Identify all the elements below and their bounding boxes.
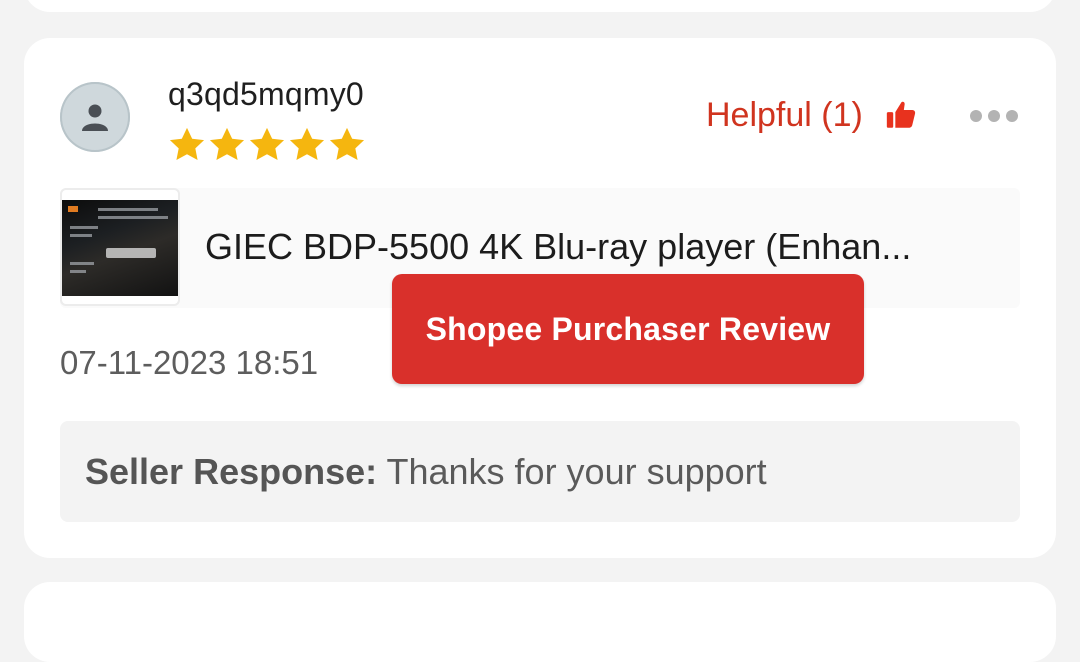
user-icon: [82, 104, 108, 131]
star-icon: [169, 127, 205, 161]
thumbs-up-icon: [886, 101, 916, 128]
seller-response-text: Thanks for your support: [386, 450, 767, 492]
product-thumbnail: [60, 188, 180, 306]
helpful-label: Helpful (1): [706, 96, 863, 134]
product-title: GIEC BDP-5500 4K Blu-ray player (Enhan..…: [205, 226, 912, 267]
star-icon: [209, 127, 245, 161]
seller-response-label: Seller Response:: [85, 450, 378, 492]
helpful-button[interactable]: Helpful (1): [706, 96, 919, 135]
avatar: [60, 82, 130, 152]
seller-response: Seller Response: Thanks for your support: [60, 421, 1020, 522]
star-rating: [166, 124, 366, 166]
previous-review-card: [24, 0, 1056, 12]
review-card: q3qd5mqmy0 Helpful (1) GIEC BDP-5500 4K …: [24, 38, 1056, 558]
star-icon: [249, 127, 285, 161]
star-icon: [329, 127, 365, 161]
review-date: 07-11-2023 18:51: [60, 344, 319, 381]
purchaser-review-badge: Shopee Purchaser Review: [392, 274, 864, 384]
next-review-card: [24, 582, 1056, 662]
star-icon: [289, 127, 325, 161]
more-dots-icon[interactable]: [970, 110, 1018, 122]
reviewer-username: q3qd5mqmy0: [168, 76, 364, 112]
